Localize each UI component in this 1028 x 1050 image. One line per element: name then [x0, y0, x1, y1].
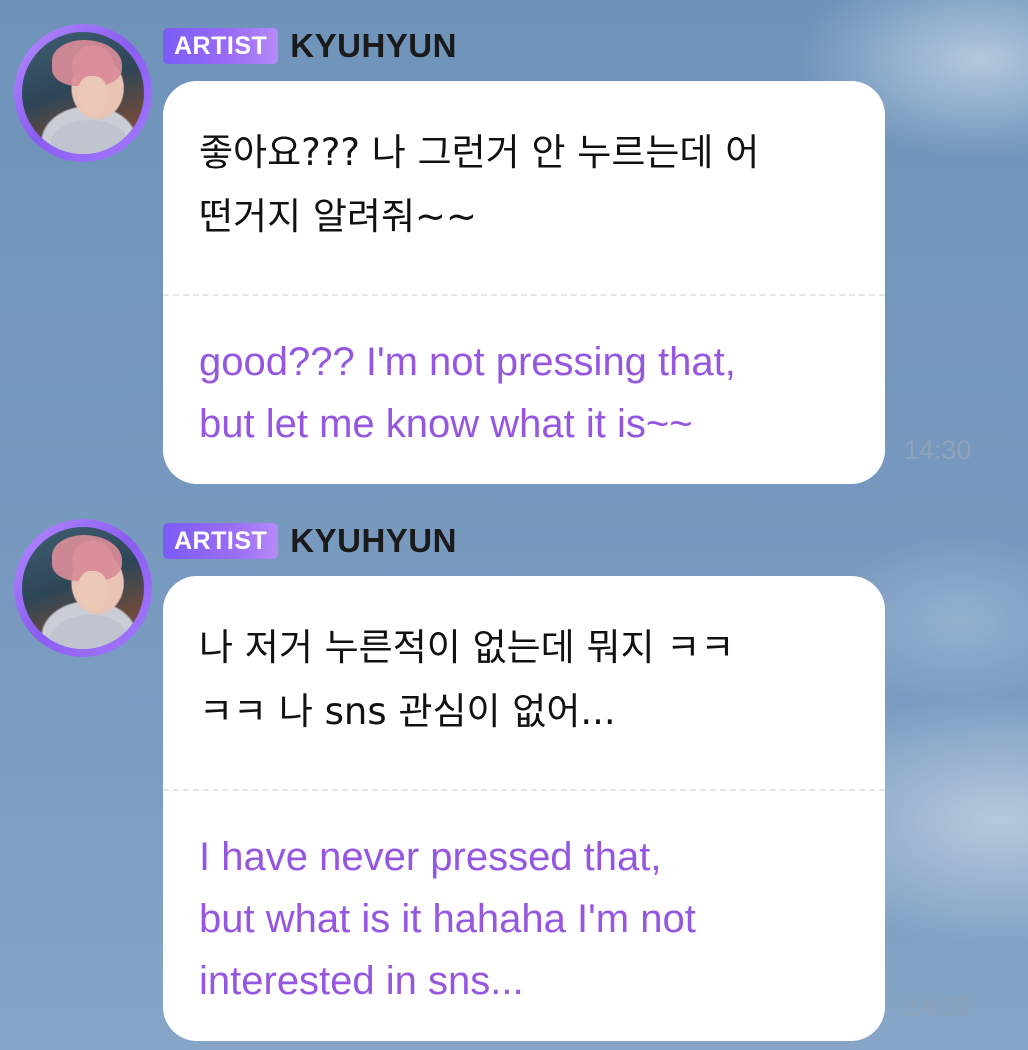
artist-avatar[interactable]	[14, 519, 152, 657]
message-bubble[interactable]: 좋아요??? 나 그런거 안 누르는데 어 떤거지 알려줘~~ good??? …	[163, 81, 885, 484]
sender-name[interactable]: KYUHYUN	[290, 522, 457, 560]
translation-divider	[163, 294, 885, 296]
avatar-face	[78, 571, 108, 611]
original-message-text: 좋아요??? 나 그런거 안 누르는데 어 떤거지 알려줘~~	[199, 131, 760, 238]
artist-badge: ARTIST	[163, 523, 279, 559]
original-message-text: 나 저거 누른적이 없는데 뭐지 ㅋㅋ ㅋㅋ 나 sns 관심이 없어...	[199, 626, 735, 733]
message-timestamp: 14:39	[904, 992, 972, 1022]
translation-divider	[163, 789, 885, 791]
avatar-shoulder	[50, 615, 130, 649]
sender-name[interactable]: KYUHYUN	[290, 27, 457, 65]
translated-message-text: good??? I'm not pressing that, but let m…	[199, 340, 736, 446]
sender-row: ARTIST KYUHYUN	[163, 27, 457, 65]
avatar-photo	[22, 527, 144, 649]
avatar-face	[78, 76, 108, 116]
artist-badge: ARTIST	[163, 28, 279, 64]
avatar-shoulder	[50, 120, 130, 154]
message-timestamp: 14:30	[904, 435, 972, 465]
artist-avatar[interactable]	[14, 24, 152, 162]
translated-message-text: I have never pressed that, but what is i…	[199, 835, 696, 1003]
message-bubble[interactable]: 나 저거 누른적이 없는데 뭐지 ㅋㅋ ㅋㅋ 나 sns 관심이 없어... I…	[163, 576, 885, 1041]
sender-row: ARTIST KYUHYUN	[163, 522, 457, 560]
avatar-photo	[22, 32, 144, 154]
